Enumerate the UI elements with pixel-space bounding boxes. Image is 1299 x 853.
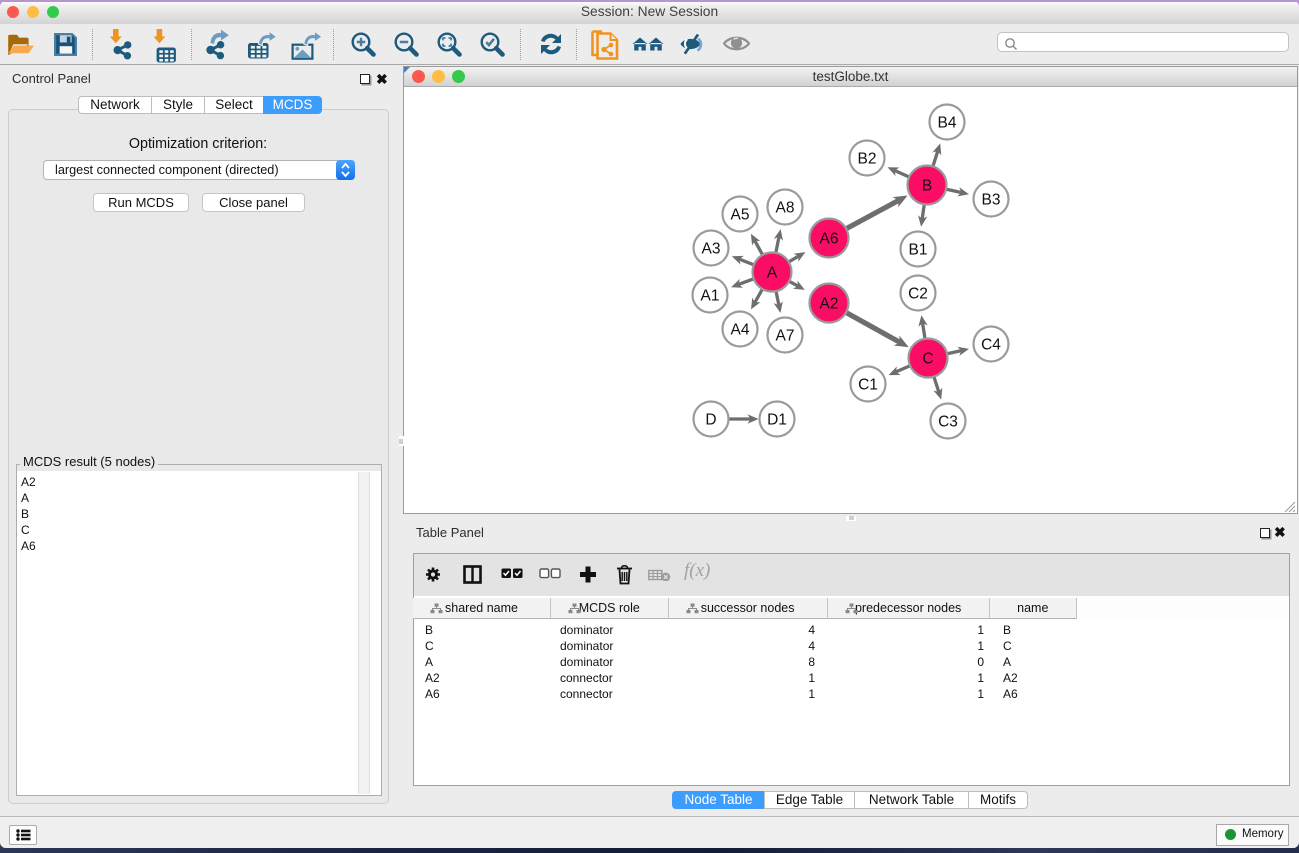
svg-text:A1: A1 bbox=[701, 288, 720, 305]
svg-text:C1: C1 bbox=[858, 377, 878, 394]
svg-text:B2: B2 bbox=[858, 151, 877, 168]
svg-text:A5: A5 bbox=[731, 207, 750, 224]
svg-text:C: C bbox=[922, 351, 933, 368]
svg-text:A: A bbox=[767, 265, 778, 282]
svg-text:B: B bbox=[922, 178, 932, 195]
svg-text:A7: A7 bbox=[776, 328, 795, 345]
svg-text:B3: B3 bbox=[982, 192, 1001, 209]
svg-text:C3: C3 bbox=[938, 414, 958, 431]
svg-text:C2: C2 bbox=[908, 286, 928, 303]
svg-text:A8: A8 bbox=[776, 200, 795, 217]
svg-text:C4: C4 bbox=[981, 337, 1001, 354]
svg-text:D: D bbox=[705, 412, 716, 429]
svg-text:B4: B4 bbox=[938, 115, 957, 132]
svg-text:D1: D1 bbox=[767, 412, 787, 429]
svg-text:A3: A3 bbox=[702, 241, 721, 258]
svg-text:B1: B1 bbox=[909, 242, 928, 259]
svg-text:A2: A2 bbox=[820, 296, 839, 313]
svg-text:A4: A4 bbox=[731, 322, 750, 339]
svg-text:A6: A6 bbox=[820, 231, 839, 248]
